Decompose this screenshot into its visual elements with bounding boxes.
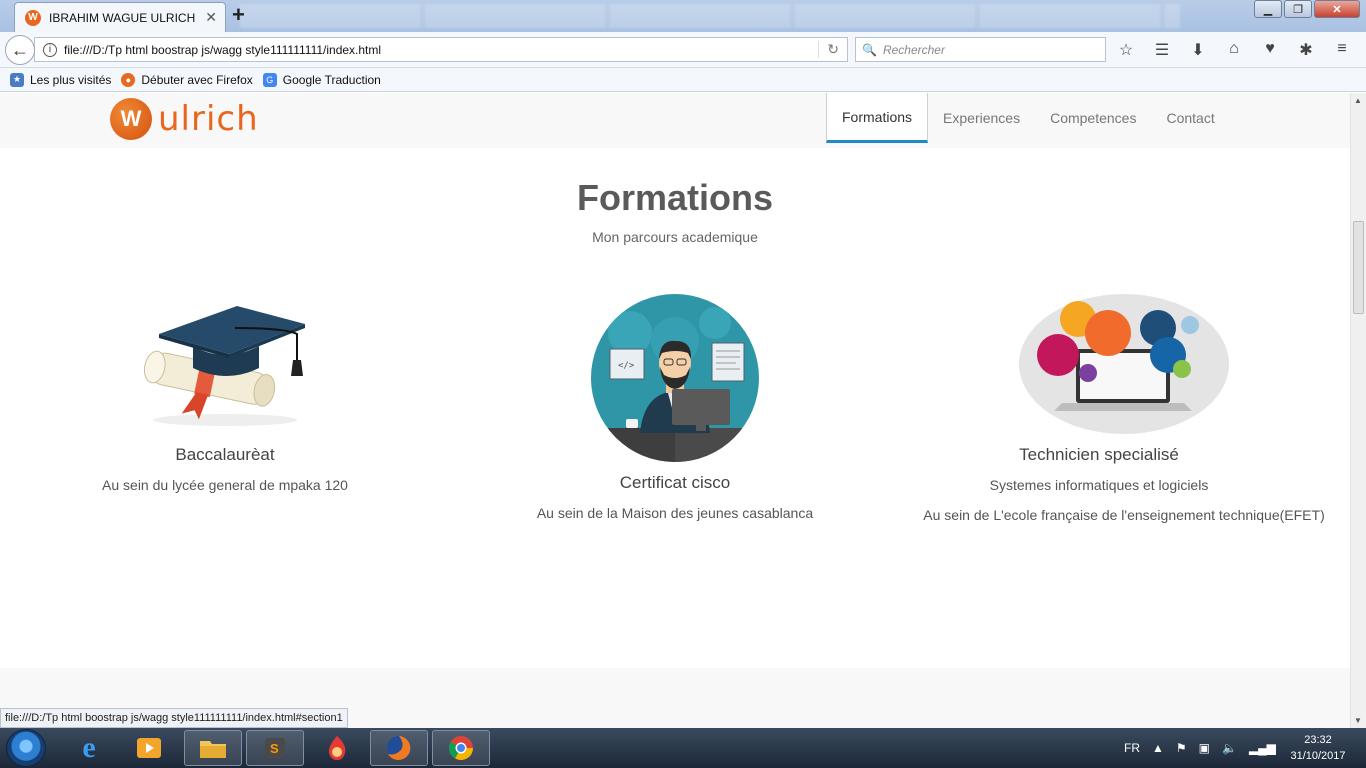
scroll-up-icon[interactable]: ▲ (1354, 96, 1362, 105)
window-controls: ▁ ❐ ✕ (1254, 0, 1360, 18)
internet-explorer-icon[interactable]: e (60, 730, 118, 766)
new-tab-icon[interactable]: + (232, 4, 245, 26)
logo-text: ulrich (158, 99, 259, 139)
minimize-button[interactable]: ▁ (1254, 0, 1282, 18)
bookmarks-bar: ★ Les plus visités ● Débuter avec Firefo… (0, 68, 1366, 92)
nav-link-competences[interactable]: Competences (1035, 93, 1151, 143)
folder-glyph (200, 741, 226, 758)
section-title: Formations (576, 177, 773, 218)
chrome-taskbar-icon[interactable] (432, 730, 490, 766)
firefox-icon: ● (121, 72, 136, 87)
sublime-glyph: S (265, 738, 285, 758)
address-bar[interactable]: i file:///D:/Tp html boostrap js/wagg st… (34, 37, 848, 62)
windows-taskbar: e S FR ▲ ⚑ ▣ 🔈 ▂▄▆ 23:32 31/10/2017 (0, 728, 1366, 768)
scrollbar-thumb[interactable] (1353, 221, 1364, 314)
site-menu: Formations Experiences Competences Conta… (826, 93, 1230, 143)
card-text: Au sein de L'ecole française de l'enseig… (923, 507, 1325, 523)
signal-icon[interactable]: ▂▄▆ (1249, 741, 1276, 755)
page-scrollbar[interactable]: ▲ ▼ (1350, 93, 1366, 728)
clock-date: 31/10/2017 (1290, 750, 1346, 762)
card-title: Technicien specialisé (1019, 445, 1179, 464)
scroll-down-icon[interactable]: ▼ (1354, 716, 1362, 725)
reload-icon[interactable]: ↻ (818, 41, 839, 58)
nav-link-contact[interactable]: Contact (1151, 93, 1229, 143)
google-translate-icon: G (262, 72, 277, 87)
web-technologies-laptop-image (1019, 294, 1229, 434)
site-favicon-icon: W (25, 9, 41, 26)
site-header: W ulrich Formations Experiences Competen… (0, 93, 1350, 148)
bookmark-item[interactable]: ● Débuter avec Firefox (121, 72, 253, 87)
media-player-glyph (137, 738, 161, 758)
card-title: Baccalaurèat (175, 445, 275, 464)
card-text: Systemes informatiques et logiciels (989, 477, 1209, 493)
address-url[interactable]: file:///D:/Tp html boostrap js/wagg styl… (64, 43, 381, 57)
back-arrow-icon: ← (11, 39, 29, 60)
bookmark-label: Débuter avec Firefox (141, 72, 253, 87)
network-tray-icon[interactable]: ▣ (1199, 741, 1210, 755)
card-text: Au sein du lycée general de mpaka 120 (102, 477, 348, 493)
flame-glyph (328, 736, 346, 760)
nav-link-formations[interactable]: Formations (826, 93, 929, 143)
taskbar-clock[interactable]: 23:32 31/10/2017 (1278, 732, 1358, 764)
sublime-text-icon[interactable]: S (246, 730, 304, 766)
clock-time: 23:32 (1304, 734, 1332, 746)
svg-text:S: S (270, 741, 279, 756)
system-tray: FR ▲ ⚑ ▣ 🔈 ▂▄▆ (1124, 728, 1276, 768)
language-indicator[interactable]: FR (1124, 741, 1140, 755)
svg-text:</>: </> (618, 361, 635, 371)
pocket-icon[interactable]: ♥ (1260, 40, 1280, 60)
card-title: Certificat cisco (619, 473, 731, 492)
search-bar[interactable]: 🔍 (855, 37, 1106, 62)
firefox-taskbar-icon[interactable] (370, 730, 428, 766)
maximize-button[interactable]: ❐ (1284, 0, 1312, 18)
back-button[interactable]: ← (5, 35, 35, 65)
tray-expand-icon[interactable]: ▲ (1152, 741, 1164, 755)
page-viewport: W ulrich Formations Experiences Competen… (0, 93, 1350, 728)
bookmark-label: Les plus visités (30, 72, 112, 87)
action-center-icon[interactable]: ⚑ (1176, 741, 1187, 755)
browser-titlebar: W IBRAHIM WAGUE ULRICH ✕ + ▁ ❐ ✕ (0, 0, 1366, 32)
menu-hamburger-icon[interactable]: ≡ (1332, 40, 1352, 60)
site-info-icon[interactable]: i (43, 42, 57, 57)
reader-list-icon[interactable]: ☰ (1152, 40, 1172, 60)
file-explorer-icon[interactable] (184, 730, 242, 766)
developer-at-computer-image: </> (591, 294, 759, 462)
tab-close-icon[interactable]: ✕ (205, 9, 217, 26)
card-text: Au sein de la Maison des jeunes casablan… (536, 505, 814, 521)
chrome-glyph (448, 736, 473, 761)
browser-tab[interactable]: W IBRAHIM WAGUE ULRICH ✕ (14, 2, 226, 32)
media-app-icon[interactable] (308, 730, 366, 766)
background-tabs (240, 4, 1180, 28)
toolbar-icons: ☆ ☰ ⬇ ⌂ ♥ ✱ ≡ (1116, 40, 1352, 60)
downloads-icon[interactable]: ⬇ (1188, 40, 1208, 60)
bookmark-item[interactable]: G Google Traduction (262, 72, 381, 87)
bookmark-folder-icon: ★ (10, 72, 24, 87)
search-input[interactable] (882, 42, 1093, 57)
tab-title: IBRAHIM WAGUE ULRICH (49, 10, 196, 25)
firefox-glyph (387, 736, 411, 760)
status-url-preview: file:///D:/Tp html boostrap js/wagg styl… (0, 708, 348, 728)
media-player-icon[interactable] (120, 730, 178, 766)
bookmark-label: Google Traduction (282, 72, 381, 87)
close-window-button[interactable]: ✕ (1314, 0, 1360, 18)
start-button[interactable] (6, 729, 46, 767)
volume-icon[interactable]: 🔈 (1222, 741, 1237, 755)
extension-icon[interactable]: ✱ (1296, 40, 1316, 60)
home-icon[interactable]: ⌂ (1224, 40, 1244, 60)
section-subtitle: Mon parcours academique (592, 229, 758, 245)
nav-link-experiences[interactable]: Experiences (928, 93, 1035, 143)
logo-mark: W (110, 98, 152, 140)
bookmark-star-icon[interactable]: ☆ (1116, 40, 1136, 60)
browser-toolbar: i file:///D:/Tp html boostrap js/wagg st… (0, 32, 1366, 68)
graduation-cap-diploma-image (143, 306, 305, 426)
site-logo[interactable]: W ulrich (110, 98, 259, 140)
bookmark-item[interactable]: ★ Les plus visités (10, 72, 112, 87)
search-icon: 🔍 (862, 42, 877, 57)
